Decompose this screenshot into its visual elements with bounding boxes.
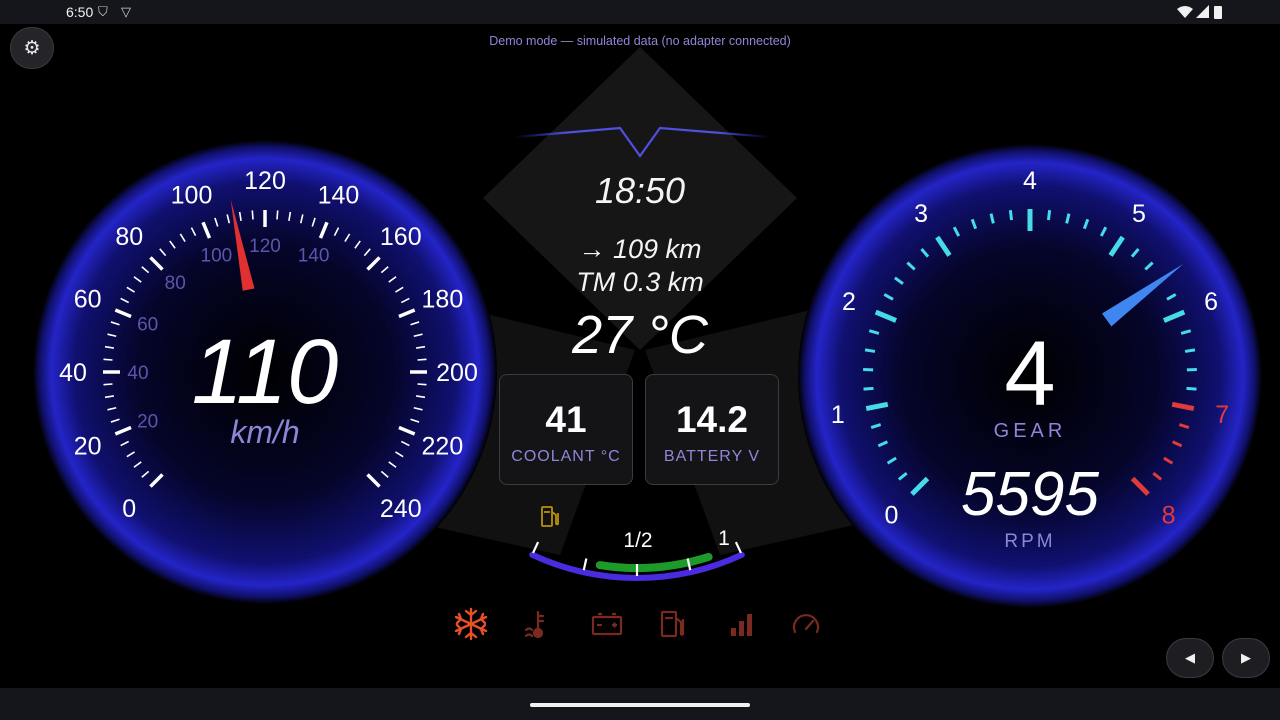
speedometer-outer-label: 60 [74, 286, 102, 314]
battery-label: BATTERY V [663, 448, 761, 465]
speedometer-outer-label: 100 [171, 182, 213, 210]
tachometer-label: 2 [842, 288, 856, 316]
fuel-full-label: 1 [718, 527, 730, 550]
fuel-gauge-tick [582, 558, 588, 571]
speedometer-inner-label: 40 [127, 363, 148, 384]
speed-value: 110 [191, 321, 339, 423]
battery-value: 14.2 [675, 399, 748, 440]
speedometer-tick [417, 383, 427, 386]
previous-page-button[interactable]: ◀ [1166, 638, 1214, 678]
wifi-icon [1177, 6, 1193, 18]
speedometer-inner-label: 140 [298, 246, 330, 267]
range-remaining: → 109 km [578, 234, 702, 264]
speedometer-icon [792, 614, 820, 634]
speedometer-outer-label: 40 [59, 359, 87, 387]
tachometer-label: 6 [1204, 288, 1218, 316]
ac-snowflake-icon [454, 607, 488, 641]
coolant-value: 41 [545, 399, 587, 440]
chevron-left-icon: ◀ [1185, 650, 1195, 665]
status-bar: 6:50 ⛉ ▽ [0, 0, 1280, 24]
gear-label: GEAR [993, 420, 1067, 442]
fuel-gauge-level [595, 552, 713, 572]
trip-meter: TM 0.3 km [576, 267, 704, 297]
speedometer-inner-label: 60 [137, 314, 158, 335]
battery-card: 14.2 BATTERY V [645, 374, 779, 485]
coolant-card: 41 COOLANT °C [499, 374, 633, 485]
outside-temperature: 27 °C [572, 305, 708, 365]
battery-warning-icon [591, 612, 623, 636]
speedometer-tick [103, 358, 113, 361]
status-time: 6:50 [66, 4, 94, 20]
speedometer-outer-label: 160 [380, 223, 422, 251]
low-fuel-icon [660, 610, 685, 638]
speedometer-outer-label: 220 [422, 432, 464, 460]
tachometer-label: 5 [1132, 200, 1146, 228]
coolant-label: COOLANT °C [511, 448, 621, 465]
tachometer-tick [1184, 348, 1196, 353]
shield-icon: ⛉ [98, 4, 108, 19]
tachometer-tick [1046, 209, 1052, 221]
speedometer-inner-label: 120 [249, 236, 281, 257]
clock: 18:50 [594, 170, 686, 211]
coolant-temp-icon [524, 610, 545, 639]
vpn-icon: ▽ [121, 4, 131, 19]
speedometer-outer-label: 180 [422, 286, 464, 314]
chevron-right-icon: ▶ [1241, 650, 1251, 665]
battery-icon [1214, 6, 1222, 19]
next-page-button[interactable]: ▶ [1222, 638, 1270, 678]
tachometer-tick [1008, 209, 1014, 221]
tachometer-label: 0 [884, 502, 898, 530]
speedometer-outer-label: 0 [122, 495, 136, 523]
speedometer-outer-label: 200 [436, 359, 478, 387]
tachometer-tick [864, 348, 876, 353]
speed-unit: km/h [230, 414, 300, 450]
demo-mode-notice: Demo mode — simulated data (no adapter c… [489, 34, 791, 48]
speedometer-inner-label: 20 [137, 412, 158, 433]
rpm-value: 5595 [961, 460, 1099, 529]
signal-bars-icon [731, 614, 752, 636]
tachometer-label: 4 [1023, 167, 1037, 195]
system-navigation-bar [0, 688, 1280, 720]
gear-value: 4 [1004, 323, 1056, 425]
tachometer-label: 7 [1215, 401, 1229, 429]
rpm-label: RPM [1004, 531, 1056, 552]
speedometer-tick [251, 210, 254, 220]
speedometer-inner-label: 100 [201, 246, 233, 267]
tachometer-label: 3 [914, 200, 928, 228]
speedometer-outer-label: 240 [380, 495, 422, 523]
speedometer-outer-label: 20 [74, 432, 102, 460]
tachometer-label: 8 [1162, 502, 1176, 530]
tachometer-label: 1 [831, 401, 845, 429]
fuel-half-label: 1/2 [623, 529, 652, 552]
home-gesture-handle[interactable] [530, 703, 750, 707]
tachometer-tick [1186, 386, 1197, 391]
speedometer-tick [276, 210, 279, 220]
dashboard-screen: 0 20 40 60 80 100 120 140 160 180 200 220 240 20 40 60… [0, 0, 1280, 720]
tachometer-tick [863, 386, 874, 391]
speedometer-outer-label: 140 [318, 182, 360, 210]
signal-icon [1196, 5, 1209, 18]
speedometer-tick [417, 358, 427, 361]
speedometer-outer-label: 80 [115, 223, 143, 251]
speedometer-outer-label: 120 [244, 167, 286, 195]
speedometer-inner-label: 80 [165, 273, 186, 294]
speedometer-tick [103, 383, 113, 386]
